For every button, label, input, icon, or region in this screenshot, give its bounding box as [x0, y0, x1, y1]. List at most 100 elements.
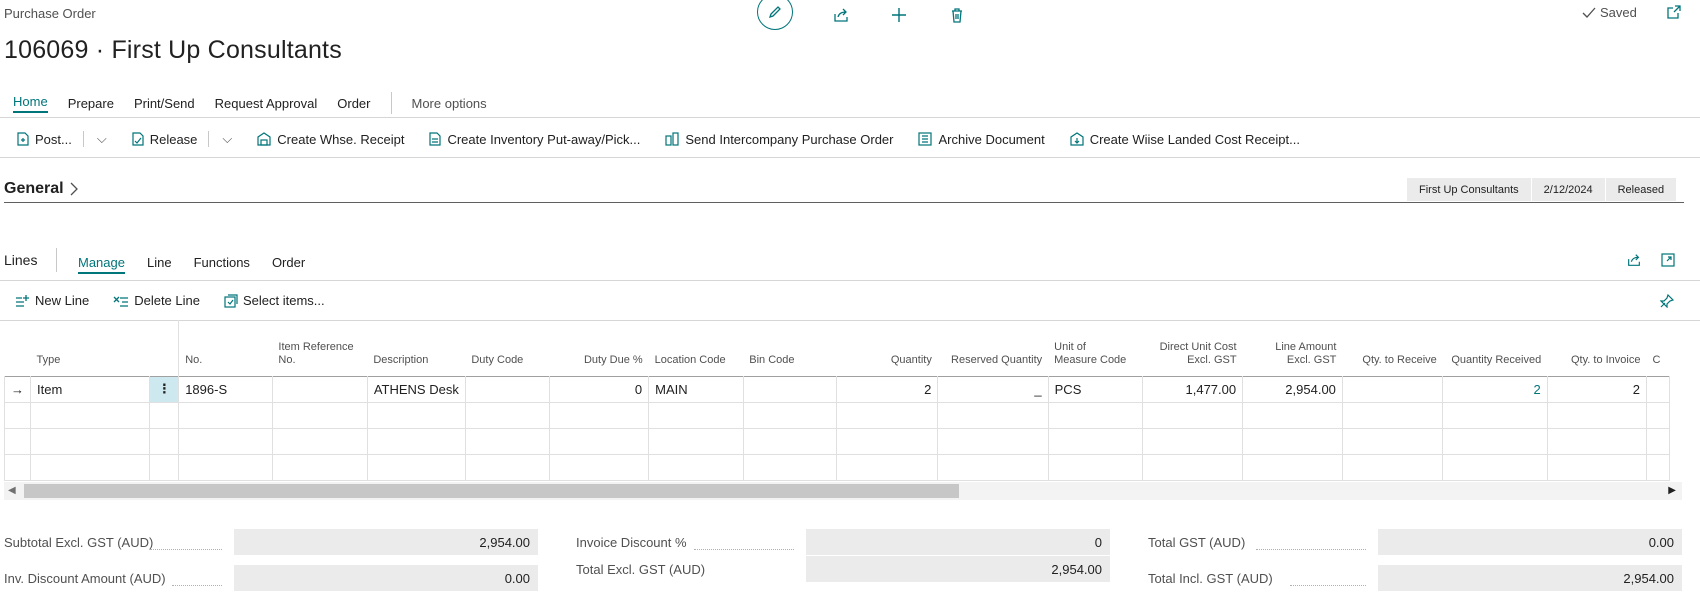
cell-item-reference[interactable] [271, 375, 368, 403]
lines-tabs-divider-line [0, 280, 1700, 281]
select-items-button[interactable]: Select items... [224, 293, 325, 308]
col-direct-unit-cost[interactable]: Direct Unit Cost Excl. GST [1143, 320, 1243, 376]
tab-home[interactable]: Home [13, 94, 48, 113]
send-intercompany-button[interactable]: Send Intercompany Purchase Order [664, 131, 893, 147]
lines-table: Type No. Item Reference No. Description D… [4, 320, 1671, 481]
col-qty-to-invoice[interactable]: Qty. to Invoice [1547, 320, 1646, 376]
scroll-right-icon[interactable]: ▶ [1668, 485, 1676, 496]
tab-line[interactable]: Line [147, 255, 172, 274]
col-qty-to-receive[interactable]: Qty. to Receive [1342, 320, 1442, 376]
lines-expand-button[interactable] [1660, 252, 1676, 271]
table-row[interactable]: → Item ⋮ 1896-S ATHENS Desk 0 MAIN 2 _ P… [4, 375, 1671, 403]
chevron-down-icon[interactable]: ⌵ [222, 131, 232, 147]
new-line-button[interactable]: New Line [14, 293, 89, 308]
create-inventory-button[interactable]: Create Inventory Put-away/Pick... [428, 131, 640, 147]
col-duty-due[interactable]: Duty Due % [550, 320, 649, 376]
col-reserved-quantity[interactable]: Reserved Quantity [938, 320, 1048, 376]
table-row-empty[interactable] [4, 401, 1671, 429]
horizontal-scrollbar[interactable]: ◀ ▶ [4, 482, 1682, 500]
archive-icon [918, 132, 933, 146]
archive-document-button[interactable]: Archive Document [917, 131, 1045, 147]
popout-button[interactable] [1666, 4, 1682, 23]
total-gst-label: Total GST (AUD) [1148, 535, 1246, 550]
total-incl-label: Total Incl. GST (AUD) [1148, 571, 1273, 586]
cell-duty-code[interactable] [464, 375, 551, 403]
inventory-icon [429, 132, 442, 146]
lines-tools [1626, 252, 1676, 271]
invoice-discount-pct-value[interactable]: 0 [806, 529, 1110, 555]
scrollbar-thumb[interactable] [24, 484, 959, 498]
tabs-divider-line [0, 117, 1700, 118]
cell-qty-to-receive[interactable] [1341, 375, 1444, 403]
pin-button[interactable] [1659, 293, 1675, 311]
col-duty-code[interactable]: Duty Code [465, 320, 549, 376]
new-button[interactable] [889, 5, 909, 25]
cell-type[interactable]: Item [29, 375, 151, 403]
chevron-down-icon[interactable]: ⌵ [97, 131, 107, 147]
create-whse-receipt-button[interactable]: Create Whse. Receipt [256, 131, 404, 147]
tab-manage[interactable]: Manage [78, 255, 125, 274]
cell-quantity[interactable]: 2 [835, 375, 939, 403]
share-button[interactable] [831, 5, 851, 25]
cell-no[interactable]: 1896-S [178, 375, 273, 403]
status-badge: Released [1605, 178, 1678, 201]
col-description[interactable]: Description [367, 320, 465, 376]
create-wiise-label: Create Wiise Landed Cost Receipt... [1089, 131, 1300, 147]
col-item-reference[interactable]: Item Reference No. [272, 320, 367, 376]
cell-description[interactable]: ATHENS Desk [366, 375, 466, 403]
col-overflow: C [1652, 353, 1661, 366]
col-location-code[interactable]: Location Code [649, 320, 744, 376]
col-bin-code[interactable]: Bin Code [743, 320, 836, 376]
col-quantity-received[interactable]: Quantity Received [1443, 320, 1547, 376]
popout-icon [1667, 5, 1681, 19]
delete-icon [952, 8, 962, 23]
cell-line-amount[interactable]: 2,954.00 [1242, 375, 1343, 403]
share-icon [1628, 254, 1640, 266]
col-no[interactable]: No. [178, 320, 273, 376]
delete-line-button[interactable]: Delete Line [113, 293, 200, 308]
col-line-amount[interactable]: Line Amount Excl. GST [1243, 320, 1343, 376]
delete-button[interactable] [947, 5, 967, 25]
cell-location-code[interactable]: MAIN [648, 375, 744, 403]
table-row-empty[interactable] [4, 453, 1671, 481]
delete-line-icon [113, 296, 129, 307]
landed-cost-icon [1070, 132, 1084, 146]
delete-line-label: Delete Line [134, 293, 200, 308]
add-icon [892, 8, 906, 22]
table-row-empty[interactable] [4, 427, 1671, 455]
cell-quantity-received[interactable]: 2 [1442, 375, 1548, 403]
general-section-toggle[interactable]: General [4, 180, 78, 198]
tab-print-send[interactable]: Print/Send [134, 96, 195, 111]
inv-discount-amount-value[interactable]: 0.00 [234, 565, 538, 591]
total-gst-value: 0.00 [1378, 529, 1682, 555]
lines-share-button[interactable] [1626, 252, 1642, 271]
top-actions [757, 0, 967, 30]
row-menu-icon[interactable]: ⋮ [149, 375, 180, 403]
tab-order[interactable]: Order [337, 96, 370, 111]
cell-bin-code[interactable] [742, 375, 837, 403]
col-unit-of-measure[interactable]: Unit of Measure Code [1048, 320, 1143, 376]
post-button[interactable]: Post... ⌵ [16, 131, 107, 147]
more-options-button[interactable]: More options [412, 96, 487, 111]
tab-prepare[interactable]: Prepare [68, 96, 114, 111]
edit-button[interactable] [757, 0, 793, 30]
lines-action-bar: New Line Delete Line Select items... [14, 293, 349, 308]
cell-reserved-quantity[interactable]: _ [937, 375, 1049, 403]
scroll-left-icon[interactable]: ◀ [8, 485, 16, 496]
create-wiise-button[interactable]: Create Wiise Landed Cost Receipt... [1069, 131, 1300, 147]
col-type[interactable]: Type [31, 320, 150, 376]
cell-duty-due[interactable]: 0 [549, 375, 650, 403]
tabs-divider [390, 92, 392, 114]
cell-qty-to-invoice[interactable]: 2 [1546, 375, 1647, 403]
release-button[interactable]: Release ⌵ [131, 131, 232, 147]
subtotal-value: 2,954.00 [234, 529, 538, 555]
tab-lines-order[interactable]: Order [272, 255, 305, 274]
general-title: General [4, 180, 64, 197]
cell-direct-unit-cost[interactable]: 1,477.00 [1142, 375, 1244, 403]
saved-label: Saved [1600, 5, 1637, 20]
tab-functions[interactable]: Functions [194, 255, 250, 274]
cell-unit-of-measure[interactable]: PCS [1047, 375, 1144, 403]
tab-request-approval[interactable]: Request Approval [215, 96, 318, 111]
col-quantity[interactable]: Quantity [836, 320, 937, 376]
pin-icon [1659, 293, 1675, 309]
